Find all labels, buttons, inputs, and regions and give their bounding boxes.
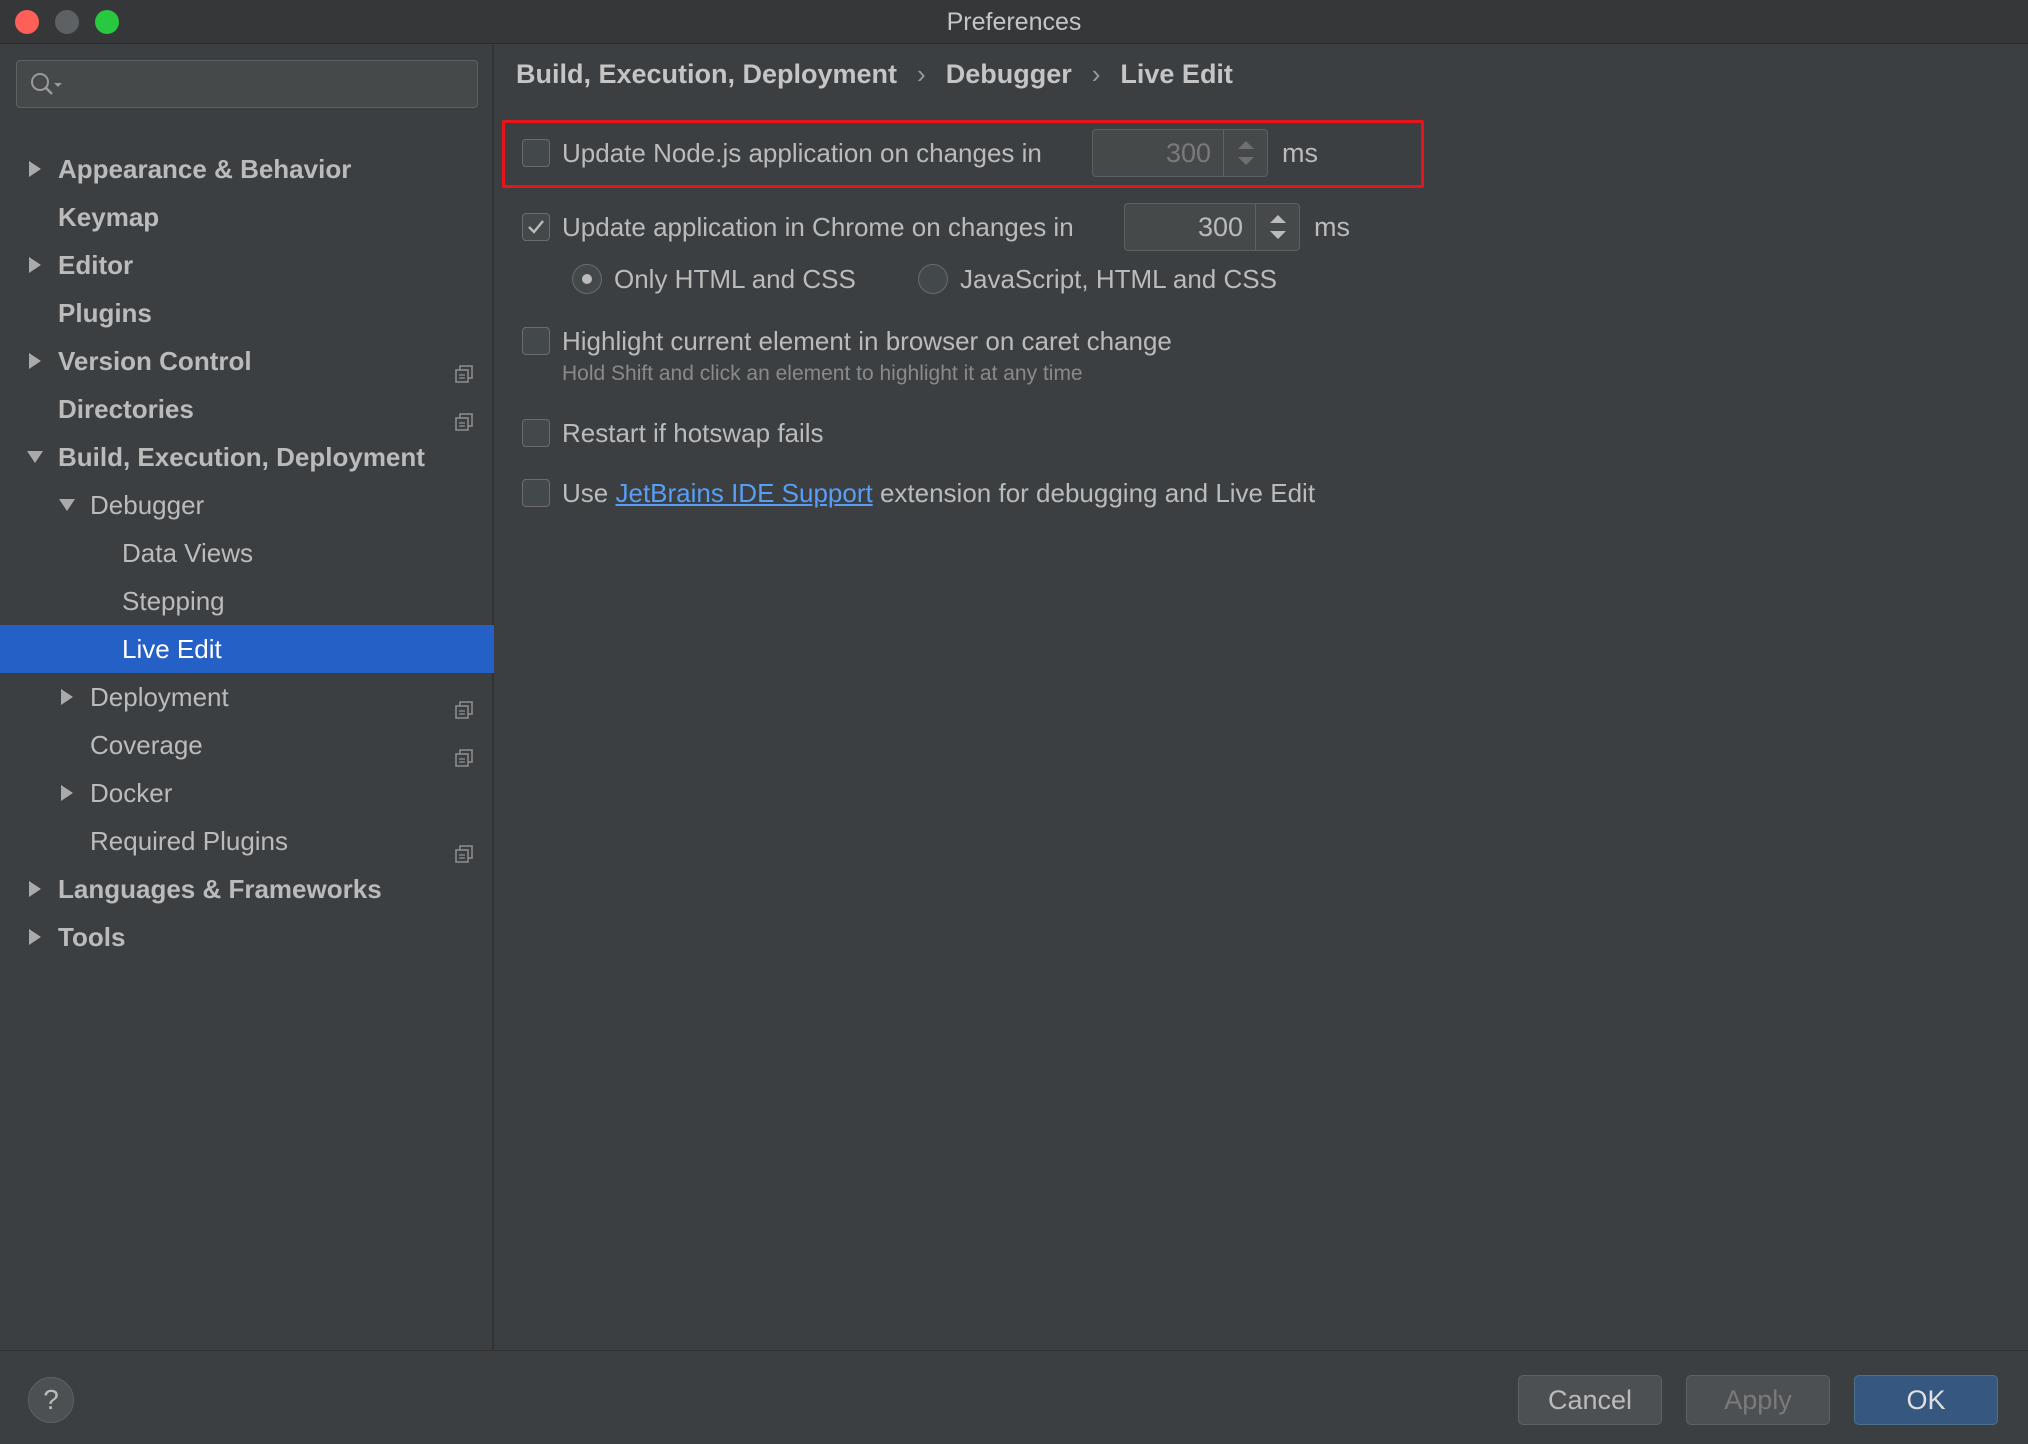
highlight-element-label: Highlight current element in browser on …	[562, 326, 1172, 356]
sidebar-item-label: Coverage	[90, 730, 203, 760]
sidebar-item[interactable]: Languages & Frameworks	[0, 865, 494, 913]
spinner-arrows-icon[interactable]	[1223, 130, 1267, 176]
chrome-update-checkbox[interactable]	[522, 213, 550, 241]
highlight-element-row: Highlight current element in browser on …	[522, 321, 1322, 361]
sidebar-item[interactable]: Tools	[0, 913, 494, 961]
expanded-arrow-icon[interactable]	[56, 481, 78, 529]
sidebar-item[interactable]: Editor	[0, 241, 494, 289]
chrome-update-row: Update application in Chrome on changes …	[522, 203, 1362, 251]
sidebar-item-label: Live Edit	[122, 634, 222, 664]
project-level-icon	[454, 735, 474, 767]
radio-only-html-css[interactable]: Only HTML and CSS	[572, 259, 952, 299]
highlight-element-checkbox[interactable]	[522, 327, 550, 355]
radio-only-html-css-label: Only HTML and CSS	[614, 264, 856, 294]
sidebar-item-label: Deployment	[90, 682, 229, 712]
settings-tree: Appearance & Behavior Keymap Editor Plugins…	[0, 45, 494, 1350]
jetbrains-ide-support-link[interactable]: JetBrains IDE Support	[615, 478, 872, 508]
cancel-button[interactable]: Cancel	[1518, 1375, 1662, 1425]
collapsed-arrow-icon[interactable]	[24, 337, 46, 385]
collapsed-arrow-icon[interactable]	[24, 241, 46, 289]
jetbrains-support-label: Use JetBrains IDE Support extension for …	[562, 473, 1315, 513]
jetbrains-prefix: Use	[562, 478, 609, 508]
window-title: Preferences	[946, 8, 1082, 36]
project-level-icon	[454, 351, 474, 383]
radio-button[interactable]	[572, 264, 602, 294]
breadcrumb-item: Live Edit	[1120, 59, 1233, 90]
restart-hotswap-row: Restart if hotswap fails	[522, 413, 1122, 453]
breadcrumb-separator: ›	[1091, 59, 1101, 90]
breadcrumb-item[interactable]: Build, Execution, Deployment	[516, 59, 897, 90]
sidebar-item-label: Build, Execution, Deployment	[58, 442, 425, 472]
breadcrumb-item[interactable]: Debugger	[946, 59, 1072, 90]
ok-button[interactable]: OK	[1854, 1375, 1998, 1425]
sidebar-item-label: Data Views	[122, 538, 254, 568]
project-level-icon	[454, 687, 474, 719]
collapsed-arrow-icon[interactable]	[56, 769, 78, 817]
collapsed-arrow-icon[interactable]	[56, 673, 78, 721]
spinner-arrows-icon[interactable]	[1255, 204, 1299, 250]
sidebar-item-label: Keymap	[58, 202, 160, 232]
checkmark-icon	[528, 220, 544, 234]
sidebar-item-label: Docker	[90, 778, 173, 808]
restart-hotswap-checkbox[interactable]	[522, 419, 550, 447]
node-update-checkbox[interactable]	[522, 139, 550, 167]
sidebar-item[interactable]: Version Control	[0, 337, 494, 385]
radio-js-html-css[interactable]: JavaScript, HTML and CSS	[918, 259, 1338, 299]
sidebar-item-label: Languages & Frameworks	[58, 874, 382, 904]
sidebar-item-label: Editor	[58, 250, 134, 280]
help-button[interactable]: ?	[28, 1377, 74, 1423]
apply-button[interactable]: Apply	[1686, 1375, 1830, 1425]
chrome-update-unit: ms	[1314, 212, 1350, 242]
node-update-label: Update Node.js application on changes in	[562, 138, 1042, 168]
sidebar-item[interactable]: Live Edit	[0, 625, 494, 673]
sidebar-item[interactable]: Keymap	[0, 193, 494, 241]
dialog-footer: ? Cancel Apply OK	[0, 1350, 2028, 1444]
sidebar-item-label: Appearance & Behavior	[58, 154, 352, 184]
breadcrumb-separator: ›	[917, 59, 926, 90]
project-level-icon	[454, 399, 474, 431]
sidebar-item[interactable]: Debugger	[0, 481, 494, 529]
sidebar-item-label: Version Control	[58, 346, 252, 376]
sidebar-item[interactable]: Plugins	[0, 289, 494, 337]
node-update-row: Update Node.js application on changes in…	[522, 129, 1322, 177]
node-update-delay-value: 300	[1165, 138, 1211, 168]
radio-button[interactable]	[918, 264, 948, 294]
sidebar-item-label: Plugins	[58, 298, 152, 328]
sidebar-item-label: Debugger	[90, 490, 205, 520]
collapsed-arrow-icon[interactable]	[24, 913, 46, 961]
sidebar-item[interactable]: Coverage	[0, 721, 494, 769]
sidebar-item-label: Tools	[58, 922, 126, 952]
node-update-unit: ms	[1282, 138, 1318, 168]
sidebar-item[interactable]: Directories	[0, 385, 494, 433]
sidebar-item[interactable]: Deployment	[0, 673, 494, 721]
jetbrains-support-checkbox[interactable]	[522, 479, 550, 507]
collapsed-arrow-icon[interactable]	[24, 145, 46, 193]
search-icon	[31, 73, 62, 95]
chrome-update-label: Update application in Chrome on changes …	[562, 212, 1074, 242]
sidebar-item[interactable]: Stepping	[0, 577, 494, 625]
sidebar-item[interactable]: Docker	[0, 769, 494, 817]
restart-hotswap-label: Restart if hotswap fails	[562, 418, 824, 448]
sidebar-item-label: Required Plugins	[90, 826, 289, 856]
sidebar-item-label: Directories	[58, 394, 194, 424]
highlight-hint-text: Hold Shift and click an element to highl…	[562, 362, 1083, 385]
sidebar-item[interactable]: Required Plugins	[0, 817, 494, 865]
preferences-window: Preferences Appearance & Behavior Keymap E…	[0, 0, 2028, 1444]
radio-js-html-css-label: JavaScript, HTML and CSS	[960, 264, 1277, 294]
jetbrains-suffix: extension for debugging and Live Edit	[879, 478, 1316, 508]
chrome-update-delay-spinner[interactable]: 300	[1124, 203, 1300, 251]
breadcrumb: Build, Execution, Deployment › Debugger › Li…	[516, 58, 1233, 94]
search-input[interactable]	[16, 60, 478, 108]
sidebar-item[interactable]: Build, Execution, Deployment	[0, 433, 494, 481]
node-update-delay-spinner[interactable]: 300	[1092, 129, 1268, 177]
jetbrains-support-row: Use JetBrains IDE Support extension for …	[522, 473, 1422, 513]
expanded-arrow-icon[interactable]	[24, 433, 46, 481]
collapsed-arrow-icon[interactable]	[24, 865, 46, 913]
sidebar-item[interactable]: Appearance & Behavior	[0, 145, 494, 193]
sidebar-item-label: Stepping	[122, 586, 225, 616]
title-bar: Preferences	[0, 0, 2028, 44]
sidebar-item[interactable]: Data Views	[0, 529, 494, 577]
chrome-update-delay-value: 300	[1197, 212, 1243, 242]
project-level-icon	[454, 831, 474, 863]
